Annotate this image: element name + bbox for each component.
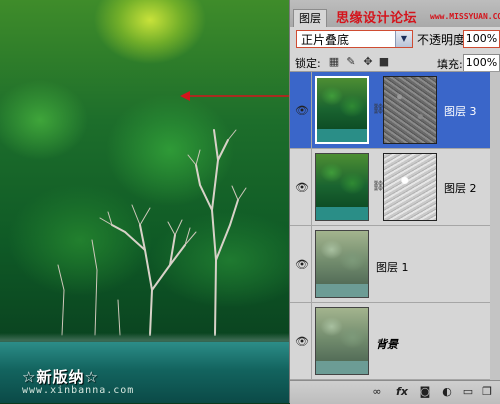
link-icon[interactable]: ∞ — [370, 385, 384, 399]
layer-name: 图层 2 — [444, 182, 477, 195]
chevron-down-icon[interactable]: ▼ — [395, 31, 412, 47]
layer-mask-thumbnail[interactable] — [383, 153, 437, 221]
opacity-label: 不透明度: — [417, 33, 470, 47]
site-url: www.MISSYUAN.COM — [430, 12, 500, 21]
layer-thumbnail — [315, 76, 369, 144]
layer-thumbnail — [315, 153, 369, 221]
eye-icon[interactable]: 👁 — [294, 182, 310, 194]
link-chain-icon[interactable]: ⛓ — [372, 103, 385, 117]
blend-mode-select[interactable]: 正片叠底 ▼ — [296, 30, 413, 48]
layer-thumbnail — [315, 230, 369, 298]
layer-thumbnail — [315, 307, 369, 375]
forest-photo: ☆新版纳☆ www.xinbanna.com — [0, 0, 289, 403]
site-watermark: 思缘设计论坛 — [336, 11, 418, 26]
lock-label: 锁定: — [295, 57, 321, 70]
eye-icon[interactable]: 👁 — [294, 105, 310, 117]
layer-mask-thumbnail[interactable] — [383, 76, 437, 144]
lock-all-icon[interactable]: ■ — [378, 56, 390, 68]
layer-name: 图层 1 — [376, 261, 409, 274]
layer-row[interactable]: 👁 背景 — [290, 303, 500, 380]
panel-tabbar: 图层 思缘设计论坛 www.MISSYUAN.COM — [290, 0, 500, 27]
layer-name: 图层 3 — [444, 105, 477, 118]
new-layer-icon[interactable]: ❐ — [480, 385, 494, 399]
link-chain-icon[interactable]: ⛓ — [372, 180, 385, 194]
tree-branches — [57, 129, 247, 336]
adjustment-icon[interactable]: ◐ — [440, 385, 454, 399]
scrollbar[interactable] — [490, 72, 500, 380]
layers-list: 👁 ⛓ 图层 3 👁 ⛓ 图层 2 👁 图层 1 👁 背景 — [290, 72, 500, 380]
annotation-arrow — [180, 91, 289, 101]
mask-icon[interactable]: ◙ — [418, 385, 432, 399]
panel-footer: ∞ fx ◙ ◐ ▭ ❐ — [290, 380, 500, 404]
lock-brush-icon[interactable]: ✎ — [345, 56, 357, 68]
layers-panel: 图层 思缘设计论坛 www.MISSYUAN.COM 正片叠底 ▼ 不透明度: … — [289, 0, 500, 404]
eye-icon[interactable]: 👁 — [294, 336, 310, 348]
watermark-url: www.xinbanna.com — [22, 385, 135, 396]
opacity-input[interactable]: 100% — [463, 30, 500, 48]
layer-row[interactable]: 👁 ⛓ 图层 2 — [290, 149, 500, 226]
layer-row[interactable]: 👁 图层 1 — [290, 226, 500, 303]
fx-icon[interactable]: fx — [395, 385, 409, 399]
watermark-text: ☆新版纳☆ — [22, 368, 99, 386]
fill-label: 填充: — [437, 58, 463, 71]
lock-move-icon[interactable]: ✥ — [362, 56, 374, 68]
tab-layers[interactable]: 图层 — [293, 9, 327, 27]
lock-transparent-icon[interactable]: ▦ — [328, 56, 340, 68]
layer-row[interactable]: 👁 ⛓ 图层 3 — [290, 72, 500, 149]
group-icon[interactable]: ▭ — [461, 385, 475, 399]
eye-icon[interactable]: 👁 — [294, 259, 310, 271]
blend-mode-value: 正片叠底 — [301, 33, 350, 47]
layer-name: 背景 — [376, 338, 398, 351]
fill-input[interactable]: 100% — [463, 54, 500, 72]
